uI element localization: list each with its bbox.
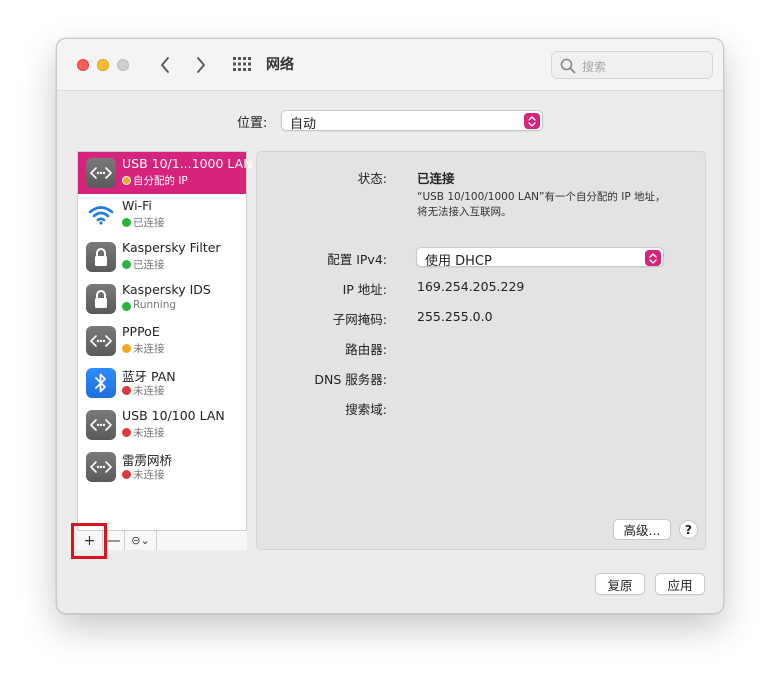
status-dot	[122, 470, 131, 479]
advanced-button[interactable]: 高级...	[613, 519, 671, 540]
router-label: 路由器:	[345, 342, 387, 357]
show-all-grid-icon[interactable]	[233, 57, 251, 71]
chevron-right-icon	[197, 57, 205, 73]
search-field[interactable]: 搜索	[551, 51, 713, 79]
search-domain-label: 搜索域:	[345, 402, 387, 417]
ethernet-icon	[86, 158, 116, 188]
revert-button[interactable]: 复原	[595, 573, 645, 595]
service-item-pppoe[interactable]: PPPoE 未连接	[78, 320, 246, 362]
service-name: PPPoE	[122, 324, 160, 339]
service-list: USB 10/1...1000 LAN 自分配的 IP Wi-Fi 已连接 Ka…	[77, 151, 253, 550]
ipv4-value: 使用 DHCP	[425, 254, 492, 269]
close-button[interactable]	[77, 59, 89, 71]
service-status: 未连接	[133, 469, 165, 481]
wifi-icon	[86, 200, 116, 230]
updown-arrows-icon	[524, 113, 540, 129]
subnet-mask-label: 子网掩码:	[332, 312, 387, 327]
service-item-thunderbolt-bridge[interactable]: 雷雳网桥 未连接	[78, 446, 246, 488]
ethernet-icon	[86, 326, 116, 356]
service-name: Wi-Fi	[122, 198, 152, 213]
lock-icon	[86, 242, 116, 272]
search-placeholder: 搜索	[582, 60, 607, 74]
service-item-usb-100-lan[interactable]: USB 10/100 LAN 未连接	[78, 404, 246, 446]
service-item-usb-lan[interactable]: USB 10/1...1000 LAN 自分配的 IP	[78, 152, 253, 194]
ip-address-label: IP 地址:	[342, 282, 387, 297]
title-bar: 网络 搜索	[57, 39, 723, 91]
location-select[interactable]: 自动	[281, 110, 543, 132]
lock-icon	[86, 284, 116, 314]
service-detail-panel: 状态: 已连接 “USB 10/100/1000 LAN”有一个自分配的 IP …	[256, 151, 706, 550]
status-value: 已连接	[417, 171, 455, 186]
ipv4-label: 配置 IPv4:	[327, 252, 387, 267]
service-item-kaspersky-ids[interactable]: Kaspersky IDS Running	[78, 278, 246, 320]
service-status: Running	[133, 299, 177, 311]
service-status: 已连接	[133, 259, 165, 271]
service-status: 未连接	[133, 427, 165, 439]
status-dot	[122, 176, 131, 185]
help-button[interactable]: ?	[679, 520, 698, 539]
service-status: 未连接	[133, 385, 165, 397]
status-dot	[122, 386, 131, 395]
service-name: USB 10/100 LAN	[122, 408, 225, 423]
minimize-button[interactable]	[97, 59, 109, 71]
action-menu-button[interactable]: ⊝⌄	[125, 531, 157, 550]
chevron-left-icon	[161, 57, 169, 73]
status-dot	[122, 218, 131, 227]
status-dot	[122, 344, 131, 353]
service-name: Kaspersky IDS	[122, 282, 211, 297]
add-button-highlight	[71, 523, 107, 559]
status-description: “USB 10/100/1000 LAN”有一个自分配的 IP 地址，将无法接入…	[417, 191, 666, 218]
search-icon	[560, 58, 576, 74]
subnet-mask-value: 255.255.0.0	[417, 309, 493, 324]
service-item-kaspersky-filter[interactable]: Kaspersky Filter 已连接	[78, 236, 246, 278]
location-value: 自动	[290, 117, 317, 132]
configure-ipv4-select[interactable]: 使用 DHCP	[416, 247, 664, 269]
bluetooth-icon	[86, 368, 116, 398]
forward-button[interactable]	[189, 52, 213, 78]
location-label: 位置:	[237, 116, 268, 131]
service-name: USB 10/1...1000 LAN	[122, 156, 253, 171]
service-name: Kaspersky Filter	[122, 240, 221, 255]
service-status: 自分配的 IP	[133, 175, 188, 187]
apply-button[interactable]: 应用	[655, 573, 705, 595]
service-item-wifi[interactable]: Wi-Fi 已连接	[78, 194, 246, 236]
service-item-bluetooth-pan[interactable]: 蓝牙 PAN 未连接	[78, 362, 246, 404]
dns-server-label: DNS 服务器:	[314, 372, 387, 387]
service-status: 已连接	[133, 217, 165, 229]
status-label: 状态:	[357, 171, 387, 186]
status-dot	[122, 428, 131, 437]
back-button[interactable]	[153, 52, 177, 78]
ethernet-icon	[86, 452, 116, 482]
updown-arrows-icon	[645, 250, 661, 266]
status-dot	[122, 260, 131, 269]
ethernet-icon	[86, 410, 116, 440]
zoom-button[interactable]	[117, 59, 129, 71]
service-status: 未连接	[133, 343, 165, 355]
network-preferences-window: 网络 搜索 位置: 自动 USB 10/1...1000 LAN 自分配的 IP…	[56, 38, 724, 614]
status-dot	[122, 302, 131, 311]
ip-address-value: 169.254.205.229	[417, 279, 525, 294]
window-title: 网络	[266, 57, 294, 73]
